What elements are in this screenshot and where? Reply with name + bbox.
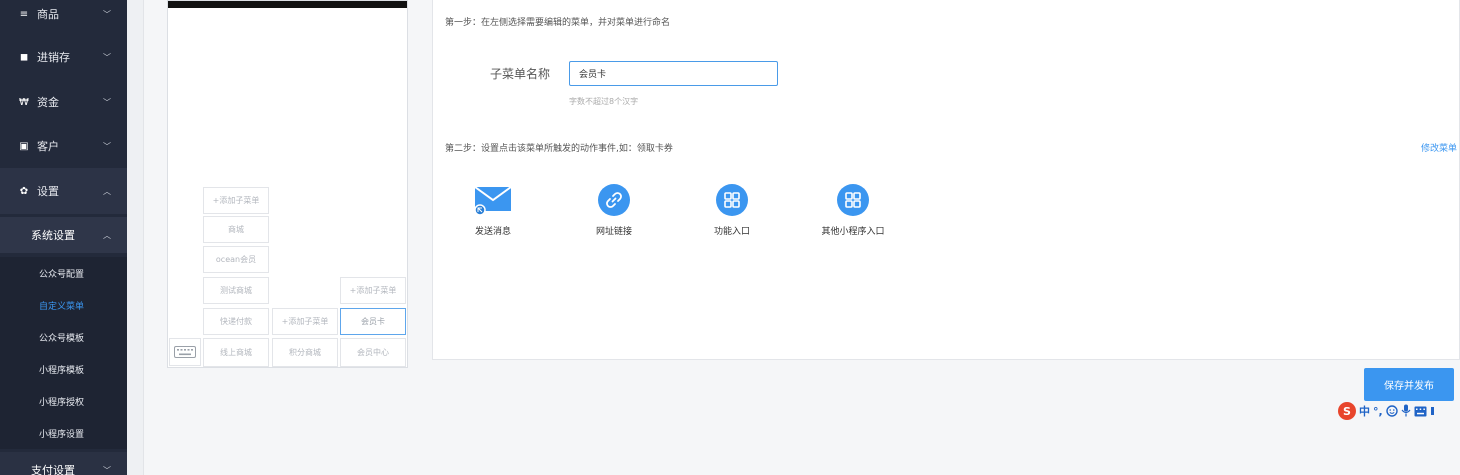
submenu-item[interactable]: 测试商城 (203, 277, 269, 304)
main-menu-item[interactable]: 线上商城 (203, 338, 269, 367)
save-and-publish-button[interactable]: 保存并发布 (1364, 368, 1454, 401)
sidebar-item-mini-program-template[interactable]: 小程序模板 (0, 353, 127, 385)
action-send-message[interactable]: 发送消息 (448, 184, 538, 240)
sidebar-item-label: 进销存 (37, 51, 70, 64)
submenu-name-hint: 字数不超过8个汉字 (569, 97, 639, 106)
sidebar-group-system-settings[interactable]: 系统设置 ︿ (0, 217, 127, 253)
gear-icon: ✿ (19, 185, 29, 197)
sidebar-item-inventory[interactable]: ◼ 进销存 ﹀ (0, 37, 127, 77)
microphone-icon[interactable] (1401, 402, 1411, 421)
step-one-instruction: 第一步：在左侧选择需要编辑的菜单，并对菜单进行命名 (445, 18, 671, 28)
envelope-icon (474, 184, 512, 216)
sidebar-item-mini-program-auth[interactable]: 小程序授权 (0, 385, 127, 417)
truck-icon: ◼ (19, 51, 29, 63)
link-icon (598, 184, 630, 216)
action-other-mini-program[interactable]: 其他小程序入口 (808, 184, 898, 240)
grid-icon (837, 184, 869, 216)
sidebar-group-label: 系统设置 (31, 229, 75, 242)
sidebar-item-settings[interactable]: ✿ 设置 ︿ (0, 168, 127, 214)
chevron-down-icon: ﹀ (103, 465, 111, 475)
punctuation-icon[interactable]: °, (1373, 405, 1383, 418)
submenu-item[interactable]: 快递付款 (203, 308, 269, 335)
add-submenu-button[interactable]: +添加子菜单 (340, 277, 406, 304)
action-label: 网址链接 (595, 227, 632, 237)
emoji-icon[interactable] (1385, 402, 1398, 421)
sidebar-item-label: 设置 (37, 185, 59, 198)
chevron-down-icon: ﹀ (103, 141, 111, 151)
keyboard-icon[interactable] (1414, 402, 1427, 421)
more-icon[interactable] (1430, 402, 1436, 421)
sidebar-item-label: 资金 (37, 96, 59, 109)
sidebar-divider (127, 0, 144, 475)
phone-header-bar (168, 1, 407, 8)
action-url-link[interactable]: 网址链接 (569, 184, 659, 240)
grid-icon (716, 184, 748, 216)
action-label: 功能入口 (713, 227, 750, 237)
chevron-down-icon: ﹀ (103, 9, 111, 19)
phone-preview: +添加子菜单 商城 ocean会员 测试商城 快递付款 +添加子菜单 +添加子菜… (167, 0, 408, 368)
sidebar-item-label: 客户 (37, 140, 59, 153)
submenu-name-label: 子菜单名称 (490, 67, 551, 81)
action-label: 发送消息 (474, 227, 511, 237)
menu-icon: ≡ (19, 8, 29, 20)
sidebar-item-goods[interactable]: ≡ 商品 ﹀ (0, 0, 127, 34)
id-card-icon: ▣ (19, 140, 29, 152)
step-two-instruction: 第二步：设置点击该菜单所触发的动作事件,如：领取卡券 (445, 144, 673, 154)
action-label: 其他小程序入口 (821, 227, 885, 237)
currency-icon: ₩ (19, 96, 29, 108)
menu-editor-panel: 第一步：在左侧选择需要编辑的菜单，并对菜单进行命名 子菜单名称 字数不超过8个汉… (432, 0, 1460, 360)
sidebar-item-mini-program-settings[interactable]: 小程序设置 (0, 417, 127, 449)
sidebar-group-label: 支付设置 (31, 464, 75, 475)
sidebar-group-payment-settings[interactable]: 支付设置 ﹀ (0, 452, 127, 475)
add-submenu-button[interactable]: +添加子菜单 (203, 187, 269, 214)
chevron-up-icon: ︿ (103, 230, 111, 240)
sidebar-item-custom-menu[interactable]: 自定义菜单 (0, 289, 127, 321)
main-menu-item[interactable]: 会员中心 (340, 338, 406, 367)
submenu-item-selected[interactable]: 会员卡 (340, 308, 406, 335)
submenu-item[interactable]: 商城 (203, 216, 269, 243)
sidebar-item-official-account-template[interactable]: 公众号模板 (0, 321, 127, 353)
chevron-up-icon: ︿ (103, 186, 111, 196)
sidebar-item-funds[interactable]: ₩ 资金 ﹀ (0, 82, 127, 122)
edit-menu-link[interactable]: 修改菜单 (1421, 141, 1457, 154)
sidebar-item-label: 商品 (37, 8, 59, 21)
chevron-down-icon: ﹀ (103, 52, 111, 62)
chevron-down-icon: ﹀ (103, 97, 111, 107)
submenu-name-input[interactable] (569, 61, 778, 86)
sogou-logo-icon: S (1338, 402, 1356, 420)
keyboard-icon[interactable] (169, 338, 201, 366)
ime-language-toggle[interactable]: 中 (1359, 403, 1370, 419)
sidebar: ≡ 商品 ﹀ ◼ 进销存 ﹀ ₩ 资金 ﹀ ▣ 客户 ﹀ ✿ 设置 ︿ 系统设置… (0, 0, 127, 475)
add-submenu-button[interactable]: +添加子菜单 (272, 308, 338, 335)
sidebar-item-official-account-config[interactable]: 公众号配置 (0, 257, 127, 289)
submenu-item[interactable]: ocean会员 (203, 246, 269, 273)
sidebar-item-customers[interactable]: ▣ 客户 ﹀ (0, 126, 127, 166)
ime-toolbar[interactable]: S 中 °, (1338, 399, 1460, 423)
action-function-entry[interactable]: 功能入口 (687, 184, 777, 240)
main-menu-item[interactable]: 积分商城 (272, 338, 338, 367)
